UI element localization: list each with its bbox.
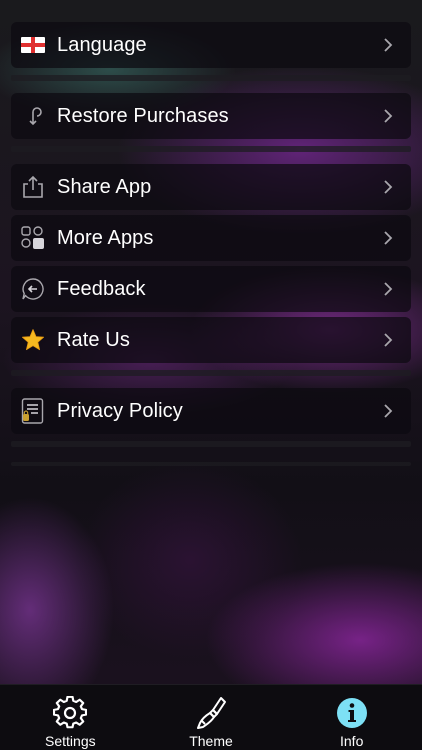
privacy-icon bbox=[21, 398, 45, 424]
feedback-label: Feedback bbox=[57, 277, 146, 300]
restore-purchases-label: Restore Purchases bbox=[57, 104, 229, 127]
share-icon bbox=[21, 175, 45, 199]
brush-icon bbox=[195, 693, 227, 733]
chevron-right-icon bbox=[383, 281, 393, 297]
privacy-policy-row[interactable]: Privacy Policy bbox=[11, 388, 411, 434]
tab-info[interactable]: Info bbox=[281, 685, 422, 750]
chevron-right-icon bbox=[383, 108, 393, 124]
tab-theme-label: Theme bbox=[189, 733, 233, 749]
share-app-label: Share App bbox=[57, 175, 152, 198]
tab-info-label: Info bbox=[340, 733, 364, 749]
chevron-right-icon bbox=[383, 230, 393, 246]
tab-settings[interactable]: Settings bbox=[0, 685, 141, 750]
share-app-row[interactable]: Share App bbox=[11, 164, 411, 210]
separator bbox=[11, 370, 411, 376]
privacy-policy-label: Privacy Policy bbox=[57, 399, 183, 422]
tab-bar: Settings Theme Info bbox=[0, 684, 422, 750]
separator bbox=[11, 462, 411, 466]
chevron-right-icon bbox=[383, 332, 393, 348]
chevron-right-icon bbox=[383, 403, 393, 419]
restore-purchases-row[interactable]: Restore Purchases bbox=[11, 93, 411, 139]
chevron-right-icon bbox=[383, 37, 393, 53]
separator bbox=[11, 146, 411, 152]
feedback-icon bbox=[21, 277, 45, 301]
more-apps-row[interactable]: More Apps bbox=[11, 215, 411, 261]
feedback-row[interactable]: Feedback bbox=[11, 266, 411, 312]
chevron-right-icon bbox=[383, 179, 393, 195]
separator bbox=[11, 75, 411, 81]
language-label: Language bbox=[57, 33, 147, 56]
tab-settings-label: Settings bbox=[45, 733, 96, 749]
gear-icon bbox=[53, 693, 88, 733]
rate-us-label: Rate Us bbox=[57, 328, 130, 351]
rate-us-row[interactable]: Rate Us bbox=[11, 317, 411, 363]
flag-england-icon bbox=[21, 33, 45, 57]
separator bbox=[11, 441, 411, 447]
tab-theme[interactable]: Theme bbox=[141, 685, 282, 750]
star-icon bbox=[21, 328, 45, 352]
apps-icon bbox=[21, 226, 45, 250]
restore-icon bbox=[21, 104, 45, 128]
more-apps-label: More Apps bbox=[57, 226, 154, 249]
language-row[interactable]: Language bbox=[11, 22, 411, 68]
info-icon bbox=[336, 693, 368, 733]
